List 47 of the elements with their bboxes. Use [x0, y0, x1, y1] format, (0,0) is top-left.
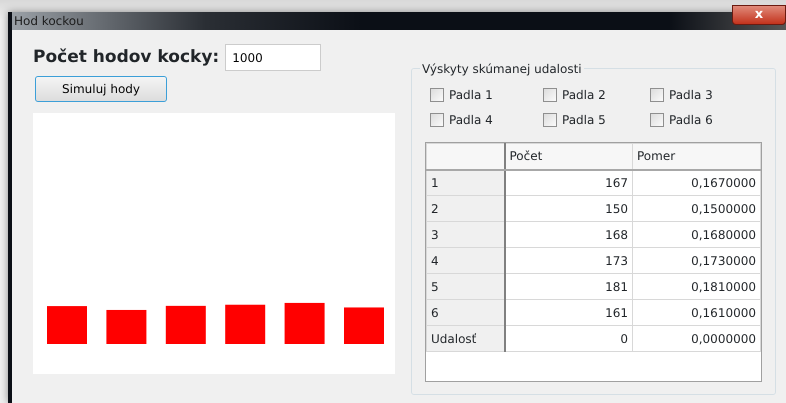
row-header: 4 [426, 248, 504, 274]
table-cell: 0,1500000 [632, 196, 760, 222]
bar [47, 306, 87, 344]
roll-count-field[interactable]: 1000 [225, 44, 322, 71]
checkbox[interactable] [543, 113, 557, 127]
checkbox[interactable] [650, 113, 664, 127]
table-cell: 0,1810000 [632, 274, 760, 300]
row-header: 2 [426, 196, 504, 222]
roll-count-label: Počet hodov kocky: [33, 46, 220, 69]
row-header: 1 [426, 170, 504, 196]
table-cell: 161 [504, 300, 632, 326]
checkbox-label: Padla 6 [669, 112, 713, 129]
checkbox[interactable] [430, 88, 444, 102]
row-header: Udalosť [426, 326, 504, 352]
window-title: Hod kockou [13, 13, 84, 30]
checkbox-label: Padla 2 [562, 87, 606, 104]
table-cell: 0,1730000 [632, 248, 760, 274]
table-cell: 150 [504, 196, 632, 222]
row-header: 6 [426, 300, 504, 326]
table-cell: 181 [504, 274, 632, 300]
bar [344, 307, 384, 344]
checkbox[interactable] [543, 88, 557, 102]
groupbox-title: Výskyty skúmanej udalosti [420, 60, 584, 78]
row-header: 3 [426, 222, 504, 248]
checkbox-label: Padla 3 [669, 87, 713, 104]
table-cell: 167 [504, 170, 632, 196]
bar [225, 304, 266, 344]
checkbox[interactable] [650, 88, 664, 102]
table-cell: 0,0000000 [632, 326, 760, 352]
checkbox-label: Padla 5 [562, 112, 606, 129]
bar [284, 302, 325, 344]
table-cell: 0,1680000 [632, 222, 760, 248]
column-header[interactable]: Počet [504, 144, 632, 170]
table-cell: 168 [504, 222, 632, 248]
checkbox[interactable] [430, 113, 444, 127]
table-cell: 0,1670000 [632, 170, 760, 196]
close-button[interactable]: x [732, 5, 786, 25]
simulate-button[interactable]: Simuluj hody [35, 76, 167, 102]
column-header[interactable]: Pomer [632, 144, 760, 170]
row-header: 5 [426, 274, 504, 300]
table-cell: 173 [504, 248, 632, 274]
checkbox-label: Padla 4 [449, 112, 493, 129]
bar [106, 310, 146, 344]
table-cell: 0,1610000 [632, 300, 760, 326]
checkbox-label: Padla 1 [449, 87, 493, 104]
table-cell: 0 [504, 326, 632, 352]
bar [166, 306, 206, 344]
